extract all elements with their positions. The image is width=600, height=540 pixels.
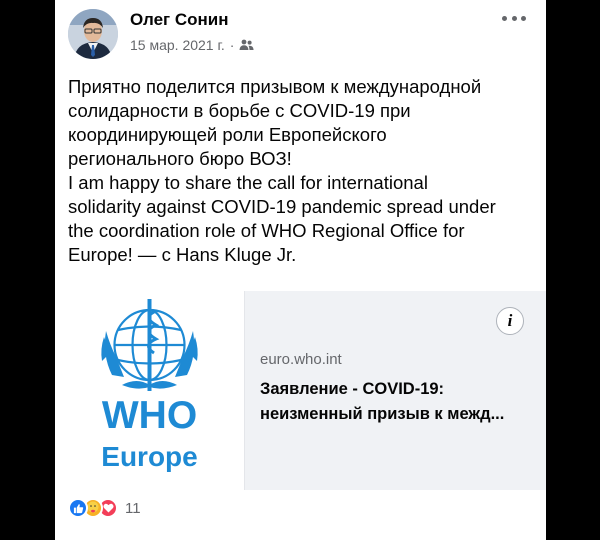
post-text-en: I am happy to share the call for interna…: [68, 171, 538, 267]
post-text-ru: Приятно поделится призывом к международн…: [68, 76, 482, 169]
link-title[interactable]: Заявление - COVID-19: неизменный призыв …: [260, 377, 530, 427]
link-title-line1: Заявление - COVID-19:: [260, 380, 445, 398]
who-logo-subtext: Europe: [101, 441, 198, 472]
link-domain: euro.who.int: [260, 351, 342, 368]
author-name[interactable]: Олег Сонин: [130, 10, 228, 30]
friends-icon[interactable]: [239, 39, 255, 51]
post-text: Приятно поделится призывом к международн…: [68, 75, 538, 267]
avatar[interactable]: [68, 9, 118, 59]
link-preview-image: WHO Europe: [55, 291, 245, 490]
reaction-count: 11: [125, 499, 141, 517]
more-dot: [502, 15, 507, 21]
who-logo-text: WHO: [101, 394, 198, 437]
more-options-button[interactable]: [502, 10, 526, 26]
link-preview[interactable]: WHO Europe i euro.who.int Заявление - CO…: [55, 291, 546, 490]
post-header: Олег Сонин 15 мар. 2021 г. ·: [55, 0, 546, 70]
post-date[interactable]: 15 мар. 2021 г.: [130, 37, 225, 53]
tagged-person-link[interactable]: Hans Kluge Jr.: [176, 244, 296, 265]
meta-separator: ·: [229, 37, 235, 53]
post-card: Олег Сонин 15 мар. 2021 г. · Приятно под…: [55, 0, 546, 540]
more-dot: [511, 15, 517, 21]
more-dot: [521, 15, 526, 21]
info-icon[interactable]: i: [496, 307, 524, 335]
avatar-photo: [68, 9, 118, 59]
who-emblem-icon: [101, 299, 198, 391]
like-reaction-icon: [68, 498, 88, 518]
link-title-line2: неизменный призыв к межд...: [260, 405, 505, 423]
post-meta: 15 мар. 2021 г. ·: [130, 37, 255, 53]
reactions-bar[interactable]: 11: [68, 498, 141, 518]
